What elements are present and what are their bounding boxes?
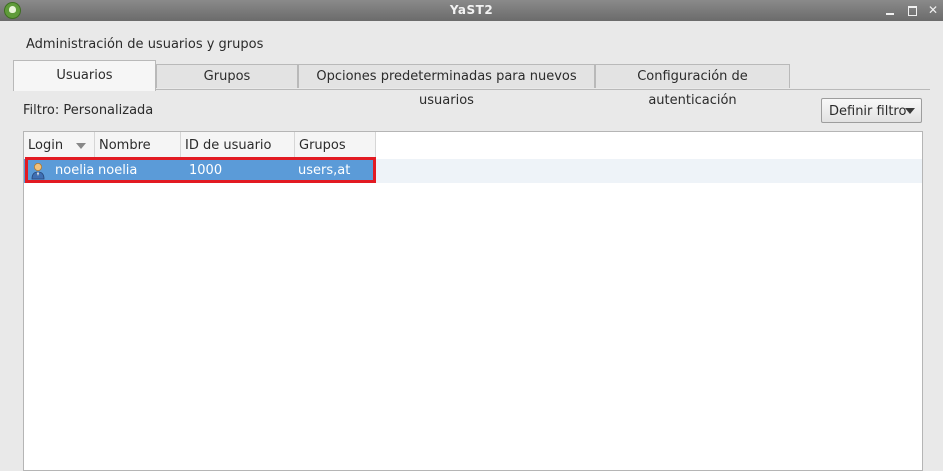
tab-usuarios[interactable]: Usuarios <box>13 60 156 91</box>
table-header: Login Nombre ID de usuario Grupos <box>24 132 922 159</box>
title-bar: YaST2 ✕ <box>0 0 943 21</box>
column-header-login[interactable]: Login <box>24 132 95 159</box>
tab-opciones-predeterminadas[interactable]: Opciones predeterminadas para nuevos usu… <box>298 64 595 108</box>
user-icon <box>31 163 45 180</box>
column-header-id-usuario[interactable]: ID de usuario <box>181 132 295 159</box>
cell-login: noelia <box>55 163 95 178</box>
column-header-nombre[interactable]: Nombre <box>95 132 181 159</box>
page-title: Administración de usuarios y grupos <box>26 37 264 52</box>
maximize-icon[interactable] <box>904 2 920 18</box>
cell-id-usuario: 1000 <box>189 163 223 178</box>
dropdown-arrow-icon <box>905 108 915 114</box>
close-icon[interactable]: ✕ <box>925 2 941 18</box>
tab-grupos[interactable]: Grupos <box>156 64 298 88</box>
users-table[interactable]: Login Nombre ID de usuario Grupos noelia… <box>23 131 923 471</box>
define-filter-button[interactable]: Definir filtro <box>821 98 922 123</box>
header-filler <box>376 132 922 159</box>
tab-configuracion-autenticacion[interactable]: Configuración de autenticación <box>595 64 790 108</box>
column-header-grupos[interactable]: Grupos <box>295 132 376 159</box>
cell-nombre: noelia <box>98 163 138 178</box>
define-filter-label: Definir filtro <box>829 104 907 119</box>
window-title: YaST2 <box>449 3 494 17</box>
minimize-icon[interactable] <box>882 2 898 18</box>
filter-label: Filtro: Personalizada <box>23 103 154 118</box>
cell-grupos: users,at <box>298 163 351 178</box>
row-filler <box>374 159 922 183</box>
table-row[interactable]: noelia noelia 1000 users,at <box>24 159 374 183</box>
sort-arrow-icon <box>76 143 86 149</box>
